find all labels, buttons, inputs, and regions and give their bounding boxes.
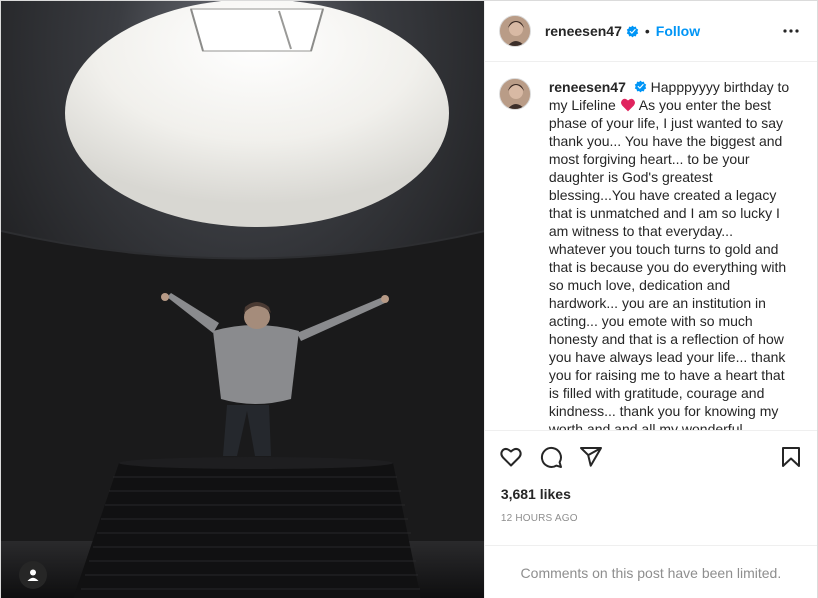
more-options-icon xyxy=(783,29,799,33)
red-heart-emoji-icon xyxy=(620,98,635,112)
avatar[interactable] xyxy=(498,15,531,47)
heart-icon xyxy=(500,448,522,467)
action-bar xyxy=(484,430,817,469)
likes-count[interactable]: 3,681 likes xyxy=(501,486,571,502)
caption-section: reneesen47 Happpyyyy birthday to my Life… xyxy=(485,62,817,430)
header-username[interactable]: reneesen47 xyxy=(545,23,622,39)
comments-limited-notice: Comments on this post have been limited. xyxy=(484,545,817,598)
caption-avatar[interactable] xyxy=(498,78,531,110)
caption-avatar-image xyxy=(499,79,530,109)
caption-username[interactable]: reneesen47 xyxy=(549,79,626,95)
user-tag-button[interactable] xyxy=(19,561,47,589)
more-options-button[interactable] xyxy=(779,19,803,43)
bookmark-icon xyxy=(782,447,800,467)
user-tag-icon xyxy=(27,569,39,581)
avatar-image xyxy=(499,16,530,46)
post-sidebar: reneesen47 • Follow reneesen47 Happpyyyy… xyxy=(483,1,817,598)
follow-button[interactable]: Follow xyxy=(656,23,700,39)
comment-icon xyxy=(540,446,562,468)
separator-dot: • xyxy=(644,23,650,39)
comment-button[interactable] xyxy=(539,445,563,469)
save-button[interactable] xyxy=(779,445,803,469)
verified-badge-icon xyxy=(626,25,639,37)
like-button[interactable] xyxy=(499,445,523,469)
photo-scene xyxy=(1,1,484,598)
caption-verified-badge-icon xyxy=(634,80,646,93)
instagram-post-modal: reneesen47 • Follow reneesen47 Happpyyyy… xyxy=(0,0,818,598)
share-icon xyxy=(579,447,602,467)
post-timestamp[interactable]: 12 HOURS AGO xyxy=(501,513,578,524)
caption-text: reneesen47 Happpyyyy birthday to my Life… xyxy=(549,78,791,430)
post-image[interactable] xyxy=(1,1,484,598)
caption-body-part2: As you enter the best phase of your life… xyxy=(548,97,787,430)
post-header: reneesen47 • Follow xyxy=(484,1,817,62)
share-button[interactable] xyxy=(579,445,603,469)
